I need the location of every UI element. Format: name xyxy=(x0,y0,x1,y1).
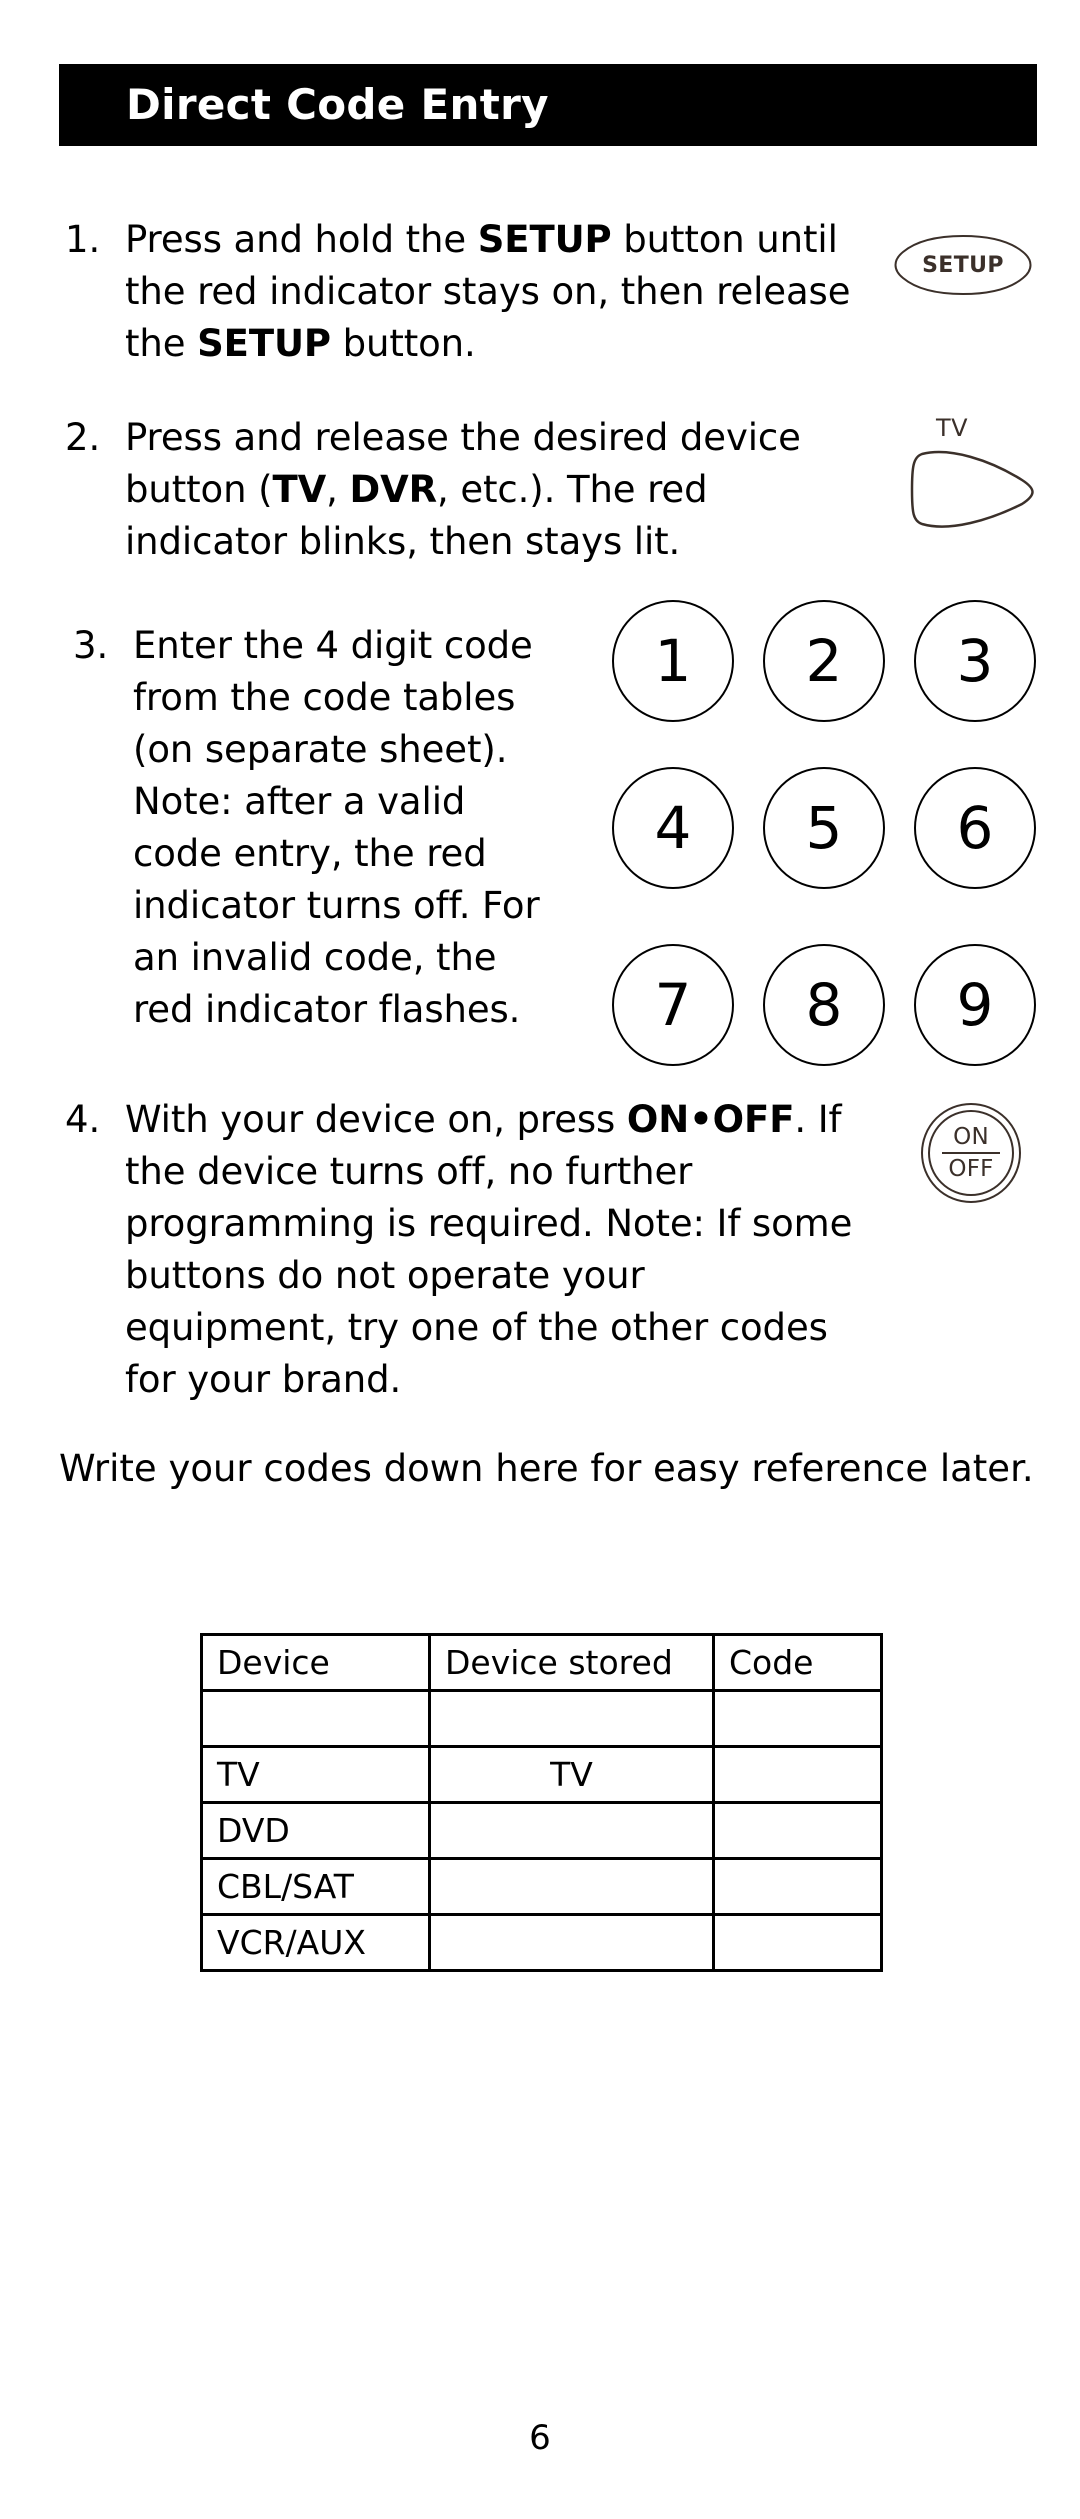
tv-keyword: TV xyxy=(272,468,327,511)
cell-code[interactable] xyxy=(712,1745,883,1804)
on-label: ON xyxy=(953,1124,989,1150)
keypad-key-9[interactable]: 9 xyxy=(914,944,1036,1066)
onoff-keyword: ON•OFF xyxy=(626,1098,795,1141)
step-2: 2. Press and release the desired device … xyxy=(59,412,849,568)
table-header-device: Device xyxy=(200,1633,431,1692)
tv-button-outline-icon xyxy=(910,450,1034,528)
setup-keyword: SETUP xyxy=(477,218,612,261)
on-off-label-stack: ON OFF xyxy=(921,1103,1021,1203)
tv-device-button-icon: TV xyxy=(910,414,1042,528)
table-row xyxy=(200,1689,883,1748)
cell-device-stored[interactable] xyxy=(428,1689,715,1748)
cell-device[interactable]: DVD xyxy=(200,1801,431,1860)
codes-table: Device Device stored Code TV TV DVD CBL/… xyxy=(200,1633,883,1972)
keypad-key-2[interactable]: 2 xyxy=(763,600,885,722)
step-3: 3. Enter the 4 digit code from the code … xyxy=(67,620,587,1036)
step-3-number: 3. xyxy=(73,624,109,667)
cell-code[interactable] xyxy=(712,1801,883,1860)
tv-device-button-label: TV xyxy=(936,414,969,442)
step-1-text: Press and hold the SETUP button until th… xyxy=(125,218,851,365)
keypad-key-7[interactable]: 7 xyxy=(612,944,734,1066)
step-2-number: 2. xyxy=(65,416,101,459)
step-4: 4. With your device on, press ON•OFF. If… xyxy=(59,1094,879,1406)
table-row: TV TV xyxy=(200,1745,883,1804)
dvr-keyword: DVR xyxy=(349,468,437,511)
keypad-key-3[interactable]: 3 xyxy=(914,600,1036,722)
table-header-code: Code xyxy=(712,1633,883,1692)
keypad-key-5[interactable]: 5 xyxy=(763,767,885,889)
step-4-number: 4. xyxy=(65,1098,101,1141)
cell-device[interactable]: CBL/SAT xyxy=(200,1857,431,1916)
setup-button-icon: SETUP xyxy=(889,234,1037,296)
table-row: CBL/SAT xyxy=(200,1857,883,1916)
table-row: VCR/AUX xyxy=(200,1913,883,1972)
on-off-divider xyxy=(942,1152,1000,1154)
step-4-text: With your device on, press ON•OFF. If th… xyxy=(125,1098,853,1401)
cell-code[interactable] xyxy=(712,1689,883,1748)
keypad-key-8[interactable]: 8 xyxy=(763,944,885,1066)
cell-code[interactable] xyxy=(712,1913,883,1972)
numeric-keypad: 1 2 3 4 5 6 7 8 9 xyxy=(612,600,1052,1066)
page-title: Direct Code Entry xyxy=(126,80,549,129)
write-codes-note: Write your codes down here for easy refe… xyxy=(59,1447,1034,1490)
section-header-bar: Direct Code Entry xyxy=(59,64,1037,146)
step-1-number: 1. xyxy=(65,218,101,261)
cell-device-stored[interactable]: TV xyxy=(428,1745,715,1804)
keypad-key-1[interactable]: 1 xyxy=(612,600,734,722)
table-header-row: Device Device stored Code xyxy=(200,1633,883,1692)
on-off-button-icon: ON OFF xyxy=(921,1103,1021,1203)
table-row: DVD xyxy=(200,1801,883,1860)
setup-keyword-2: SETUP xyxy=(197,322,331,365)
keypad-key-4[interactable]: 4 xyxy=(612,767,734,889)
table-header-device-stored: Device stored xyxy=(428,1633,715,1692)
cell-device-stored[interactable] xyxy=(428,1913,715,1972)
cell-device-stored[interactable] xyxy=(428,1857,715,1916)
off-label: OFF xyxy=(948,1156,994,1182)
cell-code[interactable] xyxy=(712,1857,883,1916)
cell-device[interactable] xyxy=(200,1689,431,1748)
step-1: 1. Press and hold the SETUP button until… xyxy=(59,214,879,370)
cell-device[interactable]: VCR/AUX xyxy=(200,1913,431,1972)
keypad-key-6[interactable]: 6 xyxy=(914,767,1036,889)
manual-page: Direct Code Entry 1. Press and hold the … xyxy=(0,0,1080,2519)
cell-device-stored[interactable] xyxy=(428,1801,715,1860)
setup-button-label: SETUP xyxy=(922,252,1004,278)
step-3-text: Enter the 4 digit code from the code tab… xyxy=(133,624,540,1031)
cell-device[interactable]: TV xyxy=(200,1745,431,1804)
step-2-text: Press and release the desired device but… xyxy=(125,416,801,563)
page-number: 6 xyxy=(529,2418,551,2458)
